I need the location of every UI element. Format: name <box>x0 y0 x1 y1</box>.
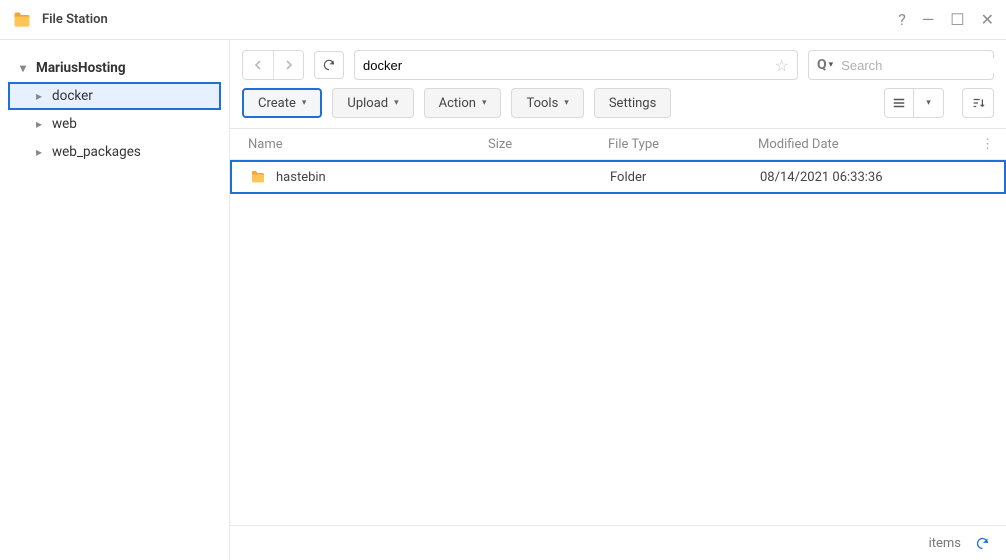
upload-button[interactable]: Upload ▾ <box>332 88 413 118</box>
caret-down-icon: ▾ <box>302 98 307 108</box>
row-filetype: Folder <box>604 170 754 185</box>
refresh-button[interactable] <box>314 51 344 79</box>
caret-down-icon: ▾ <box>16 61 30 75</box>
footer: items <box>230 526 1006 560</box>
list-view-button[interactable] <box>884 88 914 118</box>
path-input[interactable]: ☆ <box>354 50 798 80</box>
col-filetype[interactable]: File Type <box>602 137 752 152</box>
nav-group <box>242 50 304 80</box>
caret-right-icon: ▸ <box>32 117 46 131</box>
view-mode-group: ▾ <box>884 88 944 118</box>
view-dropdown-button[interactable]: ▾ <box>914 88 944 118</box>
table-row[interactable]: hastebin Folder 08/14/2021 06:33:36 <box>230 160 1006 194</box>
tools-button[interactable]: Tools ▾ <box>511 88 583 118</box>
path-field[interactable] <box>363 58 769 73</box>
star-icon[interactable]: ☆ <box>775 56 789 75</box>
sidebar-item-docker[interactable]: ▸ docker <box>8 82 221 110</box>
create-button[interactable]: Create ▾ <box>242 88 322 118</box>
grid-header: Name Size File Type Modified Date ⋮ <box>230 128 1006 160</box>
caret-down-icon: ▾ <box>394 98 399 108</box>
search-icon: Q <box>817 57 827 73</box>
close-icon[interactable]: ✕ <box>981 10 994 29</box>
folder-icon <box>250 169 266 185</box>
minimize-icon[interactable]: — <box>922 10 935 29</box>
col-modified[interactable]: Modified Date <box>752 137 970 152</box>
sidebar-item-label: web_packages <box>52 144 141 160</box>
back-button[interactable] <box>243 51 273 79</box>
action-button[interactable]: Action ▾ <box>424 88 502 118</box>
sort-button[interactable] <box>962 88 994 118</box>
app-folder-icon <box>12 10 32 30</box>
row-modified: 08/14/2021 06:33:36 <box>754 170 968 185</box>
search-input[interactable] <box>841 58 1006 73</box>
footer-refresh-icon[interactable] <box>975 536 990 551</box>
caret-right-icon: ▸ <box>32 89 46 103</box>
sidebar-item-web-packages[interactable]: ▸ web_packages <box>8 138 221 166</box>
items-label: items <box>929 536 961 551</box>
titlebar: File Station ? — ☐ ✕ <box>0 0 1006 40</box>
column-options-icon[interactable]: ⋮ <box>970 137 994 152</box>
caret-right-icon: ▸ <box>32 145 46 159</box>
search-box[interactable]: Q ▾ <box>808 50 994 80</box>
sidebar-item-label: web <box>52 116 77 132</box>
sidebar-item-label: docker <box>52 88 93 104</box>
sidebar-item-web[interactable]: ▸ web <box>8 110 221 138</box>
maximize-icon[interactable]: ☐ <box>950 10 964 29</box>
tree-root[interactable]: ▾ MariusHosting <box>8 54 221 82</box>
sidebar: ▾ MariusHosting ▸ docker ▸ web ▸ web_pac… <box>0 40 230 560</box>
app-title: File Station <box>42 12 898 27</box>
col-size[interactable]: Size <box>482 137 602 152</box>
col-name[interactable]: Name <box>242 137 482 152</box>
caret-down-icon[interactable]: ▾ <box>829 60 834 70</box>
forward-button[interactable] <box>273 51 303 79</box>
caret-down-icon: ▾ <box>564 98 569 108</box>
settings-button[interactable]: Settings <box>594 88 671 118</box>
file-grid: Name Size File Type Modified Date ⋮ hast… <box>230 128 1006 526</box>
caret-down-icon: ▾ <box>482 98 487 108</box>
row-name: hastebin <box>276 170 326 185</box>
tree-root-label: MariusHosting <box>36 60 126 76</box>
help-icon[interactable]: ? <box>898 10 906 29</box>
